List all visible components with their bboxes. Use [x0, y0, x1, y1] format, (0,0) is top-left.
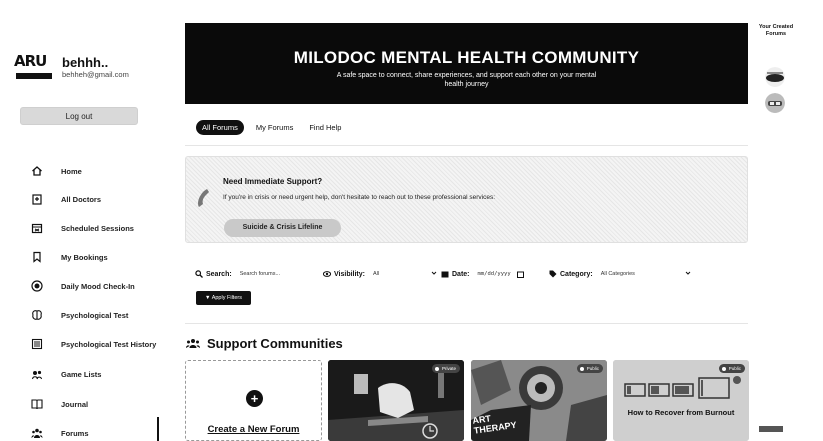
game-icon: [31, 370, 43, 380]
sidebar-item-all-doctors[interactable]: All Doctors: [31, 191, 101, 207]
tab-all-forums[interactable]: All Forums: [196, 120, 244, 135]
search-input[interactable]: Search forums...: [240, 271, 280, 277]
support-title: Need Immediate Support?: [223, 177, 323, 186]
forums-icon: [31, 428, 43, 438]
immediate-support-panel: Need Immediate Support? If you're in cri…: [185, 156, 748, 243]
brain-icon: [32, 310, 42, 320]
sidebar-item-label: All Doctors: [61, 194, 102, 204]
sidebar-item-label: Psychological Test History: [61, 339, 157, 349]
user-email: behheh@gmail.com: [62, 69, 129, 79]
sidebar-item-label: My Bookings: [61, 252, 108, 262]
sidebar-item-psychological-test[interactable]: Psychological Test: [31, 307, 128, 323]
sidebar-item-daily-mood-check-in[interactable]: Daily Mood Check-In: [31, 278, 135, 294]
doctor-icon: [32, 194, 42, 205]
active-nav-indicator: [157, 417, 159, 441]
history-icon: [31, 338, 43, 350]
tag-icon: [549, 270, 557, 278]
filter-bar: Search: Search forums... Visibility: All…: [195, 270, 755, 282]
divider: [185, 145, 748, 146]
category-label: Category:: [560, 270, 593, 278]
logout-button[interactable]: Log out: [20, 107, 138, 125]
sidebar: ARU behhh.. behheh@gmail.com Log out Hom…: [0, 0, 170, 441]
sidebar-item-game-lists[interactable]: Game Lists: [31, 366, 101, 382]
logo-bar: [16, 73, 52, 79]
sidebar-item-journal[interactable]: Journal: [31, 396, 88, 412]
create-forum-label[interactable]: Create a New Forum: [186, 424, 321, 435]
sidebar-item-scheduled-sessions[interactable]: Scheduled Sessions: [31, 220, 134, 236]
communities-title: Support Communities: [207, 336, 343, 351]
sidebar-item-label: Daily Mood Check-In: [61, 281, 135, 291]
bookmark-icon: [33, 251, 41, 263]
communities-heading: Support Communities: [186, 336, 343, 351]
page-title: MILODOC MENTAL HEALTH COMMUNITY: [293, 48, 640, 67]
sidebar-item-label: Scheduled Sessions: [61, 223, 134, 233]
date-input[interactable]: mm/dd/yyyy: [478, 271, 511, 277]
visibility-select[interactable]: All: [373, 271, 379, 277]
app-logo: ARU: [14, 52, 54, 82]
page-subtitle: A safe space to connect, share experienc…: [336, 72, 597, 88]
sidebar-item-label: Home: [61, 166, 82, 176]
scroll-handle[interactable]: [759, 426, 783, 432]
search-icon: [195, 270, 203, 278]
sidebar-item-home[interactable]: Home: [31, 163, 82, 179]
chevron-down-icon: [685, 271, 691, 275]
forum-card[interactable]: Private: [328, 360, 464, 441]
chevron-down-icon: [431, 271, 437, 275]
eye-icon: [323, 271, 331, 277]
forum-card-title: How to Recover from Burnout: [627, 408, 735, 417]
tab-find-help[interactable]: Find Help: [309, 123, 341, 132]
visibility-badge: Private: [431, 364, 460, 373]
apply-filters-button[interactable]: ▼ Apply Filters: [196, 291, 251, 305]
logo-text: ARU: [14, 52, 47, 70]
support-text: If you're in crisis or need urgent help,…: [223, 194, 496, 201]
forum-card[interactable]: ART THERAPY Public: [471, 360, 607, 441]
created-forum-avatar[interactable]: [765, 67, 785, 87]
user-name: behhh..: [62, 54, 109, 70]
home-icon: [32, 166, 42, 176]
visibility-label: Visibility:: [334, 270, 365, 278]
create-forum-card[interactable]: + Create a New Forum: [185, 360, 322, 441]
phone-icon: [198, 189, 209, 207]
visibility-badge: Public: [718, 364, 745, 373]
created-forum-avatar[interactable]: [765, 93, 785, 113]
divider: [185, 323, 748, 324]
apply-filters-label: Apply Filters: [211, 295, 242, 301]
sidebar-item-label: Game Lists: [61, 369, 102, 379]
visibility-dropdown[interactable]: [431, 270, 437, 276]
calendar-icon: [441, 271, 449, 278]
sidebar-item-label: Psychological Test: [61, 310, 129, 320]
calendar-icon: [31, 223, 43, 234]
plus-icon: +: [246, 390, 263, 407]
crisis-lifeline-button[interactable]: Suicide & Crisis Lifeline: [224, 219, 341, 237]
search-filter: Search: Search forums...: [195, 270, 280, 278]
search-label: Search:: [206, 270, 232, 278]
user-profile: ARU behhh.. behheh@gmail.com: [14, 52, 129, 82]
sidebar-item-label: Journal: [61, 399, 89, 409]
calendar-picker-icon[interactable]: [516, 271, 524, 278]
category-select[interactable]: All Categories: [601, 271, 635, 277]
sidebar-item-psychological-test-history[interactable]: Psychological Test History: [31, 336, 156, 352]
date-label: Date:: [452, 270, 470, 278]
visibility-filter: Visibility: All: [323, 270, 379, 278]
tab-my-forums[interactable]: My Forums: [256, 123, 294, 132]
users-icon: [186, 339, 200, 348]
category-dropdown[interactable]: [685, 270, 691, 276]
forum-tabs: All Forums My Forums Find Help: [196, 120, 357, 135]
date-filter: Date: mm/dd/yyyy: [441, 270, 524, 278]
sidebar-item-forums[interactable]: Forums: [31, 425, 89, 441]
forum-avatar-image: [765, 93, 785, 113]
sidebar-item-label: Forums: [61, 428, 89, 438]
category-filter: Category: All Categories: [549, 270, 635, 278]
forum-card[interactable]: How to Recover from Burnout Public: [613, 360, 749, 441]
forum-avatar-image: [765, 67, 785, 87]
filter-icon: ▼: [205, 295, 211, 301]
journal-icon: [31, 399, 43, 410]
community-banner: MILODOC MENTAL HEALTH COMMUNITY A safe s…: [185, 23, 748, 104]
visibility-badge: Public: [576, 364, 603, 373]
user-info: behhh.. behheh@gmail.com: [62, 55, 129, 80]
created-forums-title: Your Created Forums: [758, 24, 794, 37]
sidebar-item-my-bookings[interactable]: My Bookings: [31, 249, 108, 265]
mood-icon: [31, 280, 43, 292]
